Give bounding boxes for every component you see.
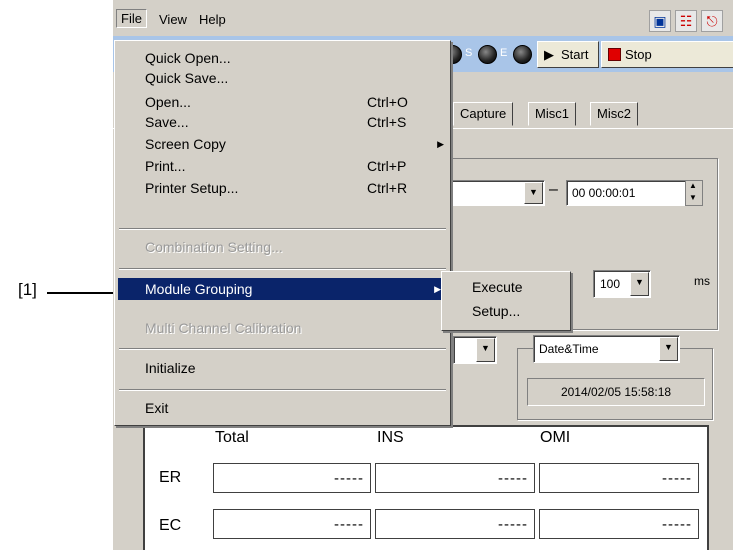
grid-row-er: ER bbox=[159, 469, 182, 486]
end-time-field[interactable]: 00 00:00:01 bbox=[566, 180, 686, 206]
result-grid: Total INS OMI ER ----- ----- ----- EC --… bbox=[143, 425, 709, 550]
menu-item-print[interactable]: Print... Ctrl+P bbox=[115, 155, 450, 177]
range-dash: – bbox=[549, 181, 558, 198]
led-e-icon bbox=[513, 45, 532, 64]
led-s-label: S bbox=[465, 47, 473, 59]
submenu-item-execute[interactable]: Execute bbox=[472, 279, 523, 295]
menu-item-open[interactable]: Open... Ctrl+O bbox=[115, 91, 450, 113]
menu-item-printer-setup[interactable]: Printer Setup... Ctrl+R bbox=[115, 177, 450, 199]
tab-misc1[interactable]: Misc1 bbox=[528, 102, 576, 126]
time-spinner[interactable]: ▲ ▼ bbox=[685, 180, 703, 206]
pulse-icon[interactable]: ⎋ bbox=[701, 10, 723, 32]
time-mode-value: Date&Time bbox=[539, 342, 599, 356]
led-s-icon bbox=[478, 45, 497, 64]
submenu-arrow-icon: ▶ bbox=[437, 139, 444, 149]
module-icon[interactable]: ☷ bbox=[675, 10, 697, 32]
menu-help[interactable]: Help bbox=[195, 10, 230, 29]
chevron-down-icon[interactable]: ▼ bbox=[659, 337, 678, 361]
time-mode-select[interactable]: Date&Time ▼ bbox=[533, 335, 680, 363]
menu-item-save[interactable]: Save... Ctrl+S bbox=[115, 111, 450, 133]
start-button[interactable]: ▶ Start bbox=[537, 41, 599, 68]
menu-separator bbox=[119, 228, 446, 230]
end-time-value: 00 00:00:01 bbox=[572, 186, 636, 200]
menu-file[interactable]: File bbox=[116, 9, 147, 28]
file-menu: Quick Open... Quick Save... Open... Ctrl… bbox=[114, 40, 451, 426]
grid-cell: ----- bbox=[539, 463, 699, 493]
menu-item-quick-open[interactable]: Quick Open... bbox=[115, 47, 450, 69]
annotation-leader-line bbox=[47, 292, 120, 294]
chevron-down-icon[interactable]: ▼ bbox=[476, 338, 495, 362]
menu-bar: File View Help ▣ ☷ ⎋ bbox=[113, 0, 733, 36]
spin-up-icon[interactable]: ▲ bbox=[689, 181, 697, 190]
grid-cell: ----- bbox=[213, 463, 371, 493]
submenu-arrow-icon: ▶ bbox=[434, 284, 441, 294]
menu-item-initialize[interactable]: Initialize bbox=[115, 357, 450, 379]
menu-view[interactable]: View bbox=[155, 10, 191, 29]
menu-item-exit[interactable]: Exit bbox=[115, 397, 450, 419]
grid-col-total: Total bbox=[215, 429, 249, 446]
annotation-label: [1] bbox=[18, 280, 37, 299]
stop-icon bbox=[608, 48, 621, 61]
submenu-item-setup[interactable]: Setup... bbox=[472, 303, 520, 319]
monitor-icon[interactable]: ▣ bbox=[649, 10, 671, 32]
module-grouping-submenu: Execute Setup... bbox=[441, 271, 571, 331]
menu-separator bbox=[119, 268, 446, 270]
interval-unit: ms bbox=[694, 274, 710, 288]
spin-down-icon[interactable]: ▼ bbox=[689, 193, 697, 202]
start-time-select[interactable]: ▼ bbox=[443, 180, 545, 206]
menu-item-multi-channel-calibration: Multi Channel Calibration bbox=[145, 320, 302, 336]
menu-separator bbox=[119, 348, 446, 350]
menu-separator bbox=[119, 389, 446, 391]
grid-cell: ----- bbox=[375, 509, 535, 539]
led-e-label: E bbox=[500, 47, 508, 59]
interval-select[interactable]: 100 ▼ bbox=[593, 270, 651, 298]
chevron-down-icon[interactable]: ▼ bbox=[630, 272, 649, 296]
grid-col-ins: INS bbox=[377, 429, 404, 446]
channel-select[interactable]: ▼ bbox=[453, 336, 497, 364]
interval-value: 100 bbox=[600, 277, 621, 291]
grid-col-omi: OMI bbox=[540, 429, 571, 446]
grid-row-ec: EC bbox=[159, 517, 182, 534]
menu-item-combination-setting: Combination Setting... bbox=[145, 239, 283, 255]
timestamp-display: 2014/02/05 15:58:18 bbox=[527, 378, 705, 406]
grid-cell: ----- bbox=[539, 509, 699, 539]
tab-capture[interactable]: Capture bbox=[453, 102, 514, 126]
menu-item-screen-copy[interactable]: Screen Copy ▶ bbox=[115, 133, 450, 155]
chevron-down-icon[interactable]: ▼ bbox=[524, 182, 543, 204]
grid-cell: ----- bbox=[213, 509, 371, 539]
start-label: Start bbox=[561, 47, 589, 62]
play-icon: ▶ bbox=[544, 47, 554, 62]
tab-misc2[interactable]: Misc2 bbox=[590, 102, 638, 126]
stop-label: Stop bbox=[625, 47, 652, 62]
grid-cell: ----- bbox=[375, 463, 535, 493]
menu-item-module-grouping[interactable]: Module Grouping ▶ bbox=[118, 278, 447, 300]
stop-button[interactable]: Stop bbox=[601, 41, 733, 68]
menu-item-quick-save[interactable]: Quick Save... bbox=[115, 67, 450, 89]
